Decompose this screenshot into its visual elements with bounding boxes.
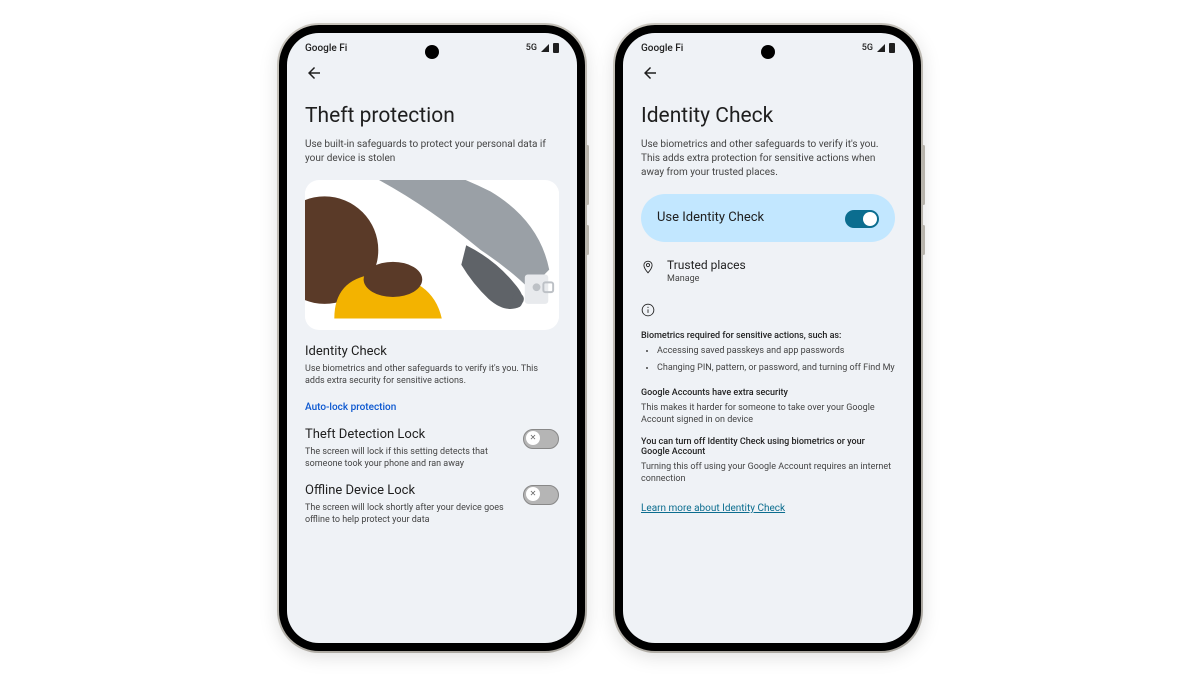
auto-lock-link[interactable]: Auto-lock protection bbox=[305, 402, 559, 413]
offline-lock-title: Offline Device Lock bbox=[305, 483, 515, 498]
theft-illustration bbox=[305, 180, 559, 330]
turn-off-body: Turning this off using your Google Accou… bbox=[641, 461, 895, 486]
page-subtitle: Use biometrics and other safeguards to v… bbox=[641, 138, 895, 180]
network-label: 5G bbox=[526, 43, 537, 53]
offline-lock-row[interactable]: Offline Device Lock The screen will lock… bbox=[305, 483, 559, 527]
arrow-back-icon bbox=[305, 64, 323, 82]
battery-icon bbox=[889, 43, 895, 53]
page-title: Identity Check bbox=[641, 104, 895, 128]
camera-cutout bbox=[761, 45, 775, 59]
biometrics-heading: Biometrics required for sensitive action… bbox=[641, 331, 895, 341]
offline-lock-toggle[interactable] bbox=[523, 485, 559, 505]
trusted-places-title: Trusted places bbox=[667, 258, 895, 272]
screen-right: Google Fi 5G Identity Check Use biometri… bbox=[623, 33, 913, 643]
use-identity-check-row[interactable]: Use Identity Check bbox=[641, 194, 895, 242]
theft-detection-desc: The screen will lock if this setting det… bbox=[305, 446, 515, 471]
volume-button bbox=[586, 145, 589, 205]
identity-check-desc: Use biometrics and other safeguards to v… bbox=[305, 363, 559, 388]
signal-icon bbox=[541, 44, 549, 52]
carrier-label: Google Fi bbox=[641, 43, 683, 54]
status-right: 5G bbox=[526, 43, 559, 53]
camera-cutout bbox=[425, 45, 439, 59]
battery-icon bbox=[553, 43, 559, 53]
identity-check-title[interactable]: Identity Check bbox=[305, 344, 559, 359]
back-button[interactable] bbox=[623, 60, 913, 90]
bullet-item: Accessing saved passkeys and app passwor… bbox=[657, 345, 895, 359]
page-subtitle: Use built-in safeguards to protect your … bbox=[305, 138, 559, 166]
back-button[interactable] bbox=[287, 60, 577, 90]
power-button bbox=[922, 225, 925, 255]
power-button bbox=[586, 225, 589, 255]
phone-left: Google Fi 5G Theft protection Use built-… bbox=[279, 25, 585, 651]
status-right: 5G bbox=[862, 43, 895, 53]
theft-detection-toggle[interactable] bbox=[523, 429, 559, 449]
network-label: 5G bbox=[862, 43, 873, 53]
use-identity-check-toggle[interactable] bbox=[845, 210, 879, 228]
volume-button bbox=[922, 145, 925, 205]
offline-lock-desc: The screen will lock shortly after your … bbox=[305, 502, 515, 527]
trusted-places-row[interactable]: Trusted places Manage bbox=[641, 258, 895, 284]
signal-icon bbox=[877, 44, 885, 52]
info-icon bbox=[641, 302, 895, 321]
phone-right: Google Fi 5G Identity Check Use biometri… bbox=[615, 25, 921, 651]
google-accounts-body: This makes it harder for someone to take… bbox=[641, 402, 895, 427]
arrow-back-icon bbox=[641, 64, 659, 82]
biometrics-bullets: Accessing saved passkeys and app passwor… bbox=[641, 345, 895, 376]
theft-detection-row[interactable]: Theft Detection Lock The screen will loc… bbox=[305, 427, 559, 471]
location-pin-icon bbox=[641, 260, 655, 274]
trusted-places-sub: Manage bbox=[667, 274, 895, 284]
learn-more-link[interactable]: Learn more about Identity Check bbox=[641, 503, 785, 514]
screen-left: Google Fi 5G Theft protection Use built-… bbox=[287, 33, 577, 643]
page-title: Theft protection bbox=[305, 104, 559, 128]
bullet-item: Changing PIN, pattern, or password, and … bbox=[657, 362, 895, 376]
theft-detection-title: Theft Detection Lock bbox=[305, 427, 515, 442]
carrier-label: Google Fi bbox=[305, 43, 347, 54]
turn-off-heading: You can turn off Identity Check using bi… bbox=[641, 437, 895, 457]
google-accounts-heading: Google Accounts have extra security bbox=[641, 388, 895, 398]
use-identity-check-label: Use Identity Check bbox=[657, 210, 764, 225]
